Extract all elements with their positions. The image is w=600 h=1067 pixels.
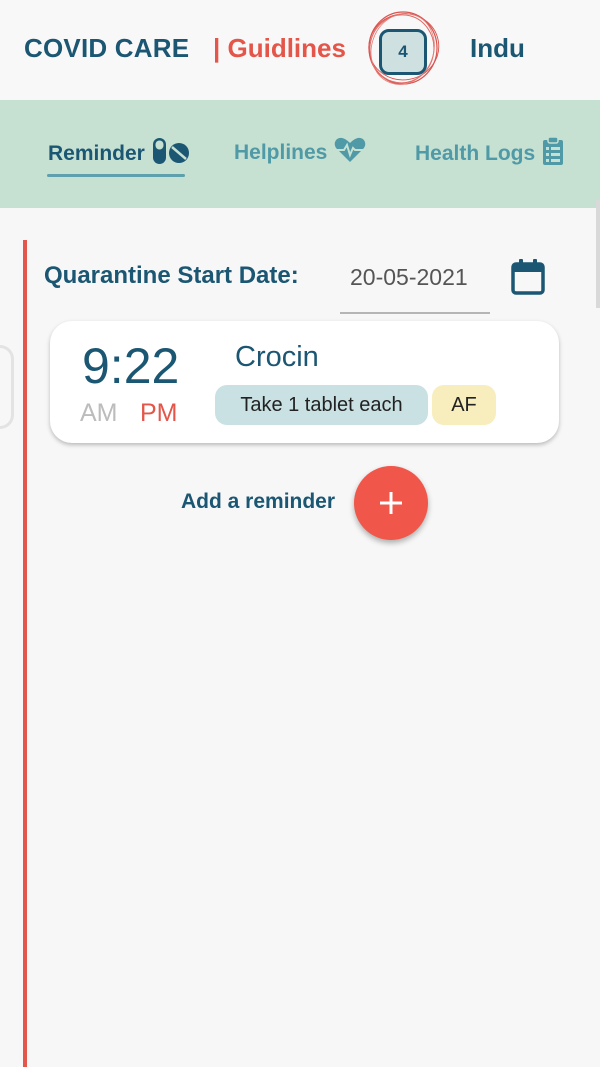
timeline-bar (23, 240, 27, 1067)
notification-count: 4 (379, 29, 427, 75)
side-handle (0, 345, 14, 429)
user-name[interactable]: Indu (470, 33, 525, 64)
tab-reminder-label: Reminder (48, 141, 145, 165)
app-header: COVID CARE | Guidlines 4 Indu (0, 0, 600, 100)
quarantine-date-label: Quarantine Start Date: (44, 262, 299, 289)
medicine-name: Crocin (235, 341, 319, 373)
timing-chip: AF (432, 385, 496, 425)
tab-bar: Reminder Helplines Health Logs (0, 100, 600, 308)
reminder-time: 9:22 (82, 338, 180, 394)
active-tab-indicator (47, 174, 185, 177)
notification-badge[interactable]: 4 (365, 8, 441, 88)
calendar-icon[interactable] (510, 258, 546, 296)
dosage-chip: Take 1 tablet each (215, 385, 428, 425)
tab-health-logs-label: Health Logs (415, 141, 536, 165)
guidelines-link[interactable]: | Guidlines (213, 33, 346, 64)
add-reminder-label: Add a reminder (181, 490, 336, 513)
heartbeat-icon (333, 136, 367, 169)
am-toggle[interactable]: AM (80, 399, 118, 428)
pm-toggle[interactable]: PM (140, 399, 178, 428)
tab-reminder[interactable]: Reminder (48, 136, 191, 171)
plus-icon (380, 492, 402, 514)
tab-helplines-label: Helplines (234, 140, 328, 164)
app-brand[interactable]: COVID CARE (24, 33, 189, 64)
tab-helplines[interactable]: Helplines (234, 136, 367, 169)
pills-icon (151, 136, 191, 171)
add-reminder-button[interactable] (354, 466, 428, 540)
quarantine-date-value: 20-05-2021 (350, 264, 468, 290)
quarantine-date-field[interactable]: 20-05-2021 (340, 256, 490, 314)
reminder-card[interactable]: 9:22 AM PM Crocin Take 1 tablet each AF (50, 321, 559, 443)
tab-health-logs[interactable]: Health Logs (415, 136, 565, 171)
tab-scroll-edge (596, 200, 600, 308)
clipboard-icon (541, 136, 565, 171)
